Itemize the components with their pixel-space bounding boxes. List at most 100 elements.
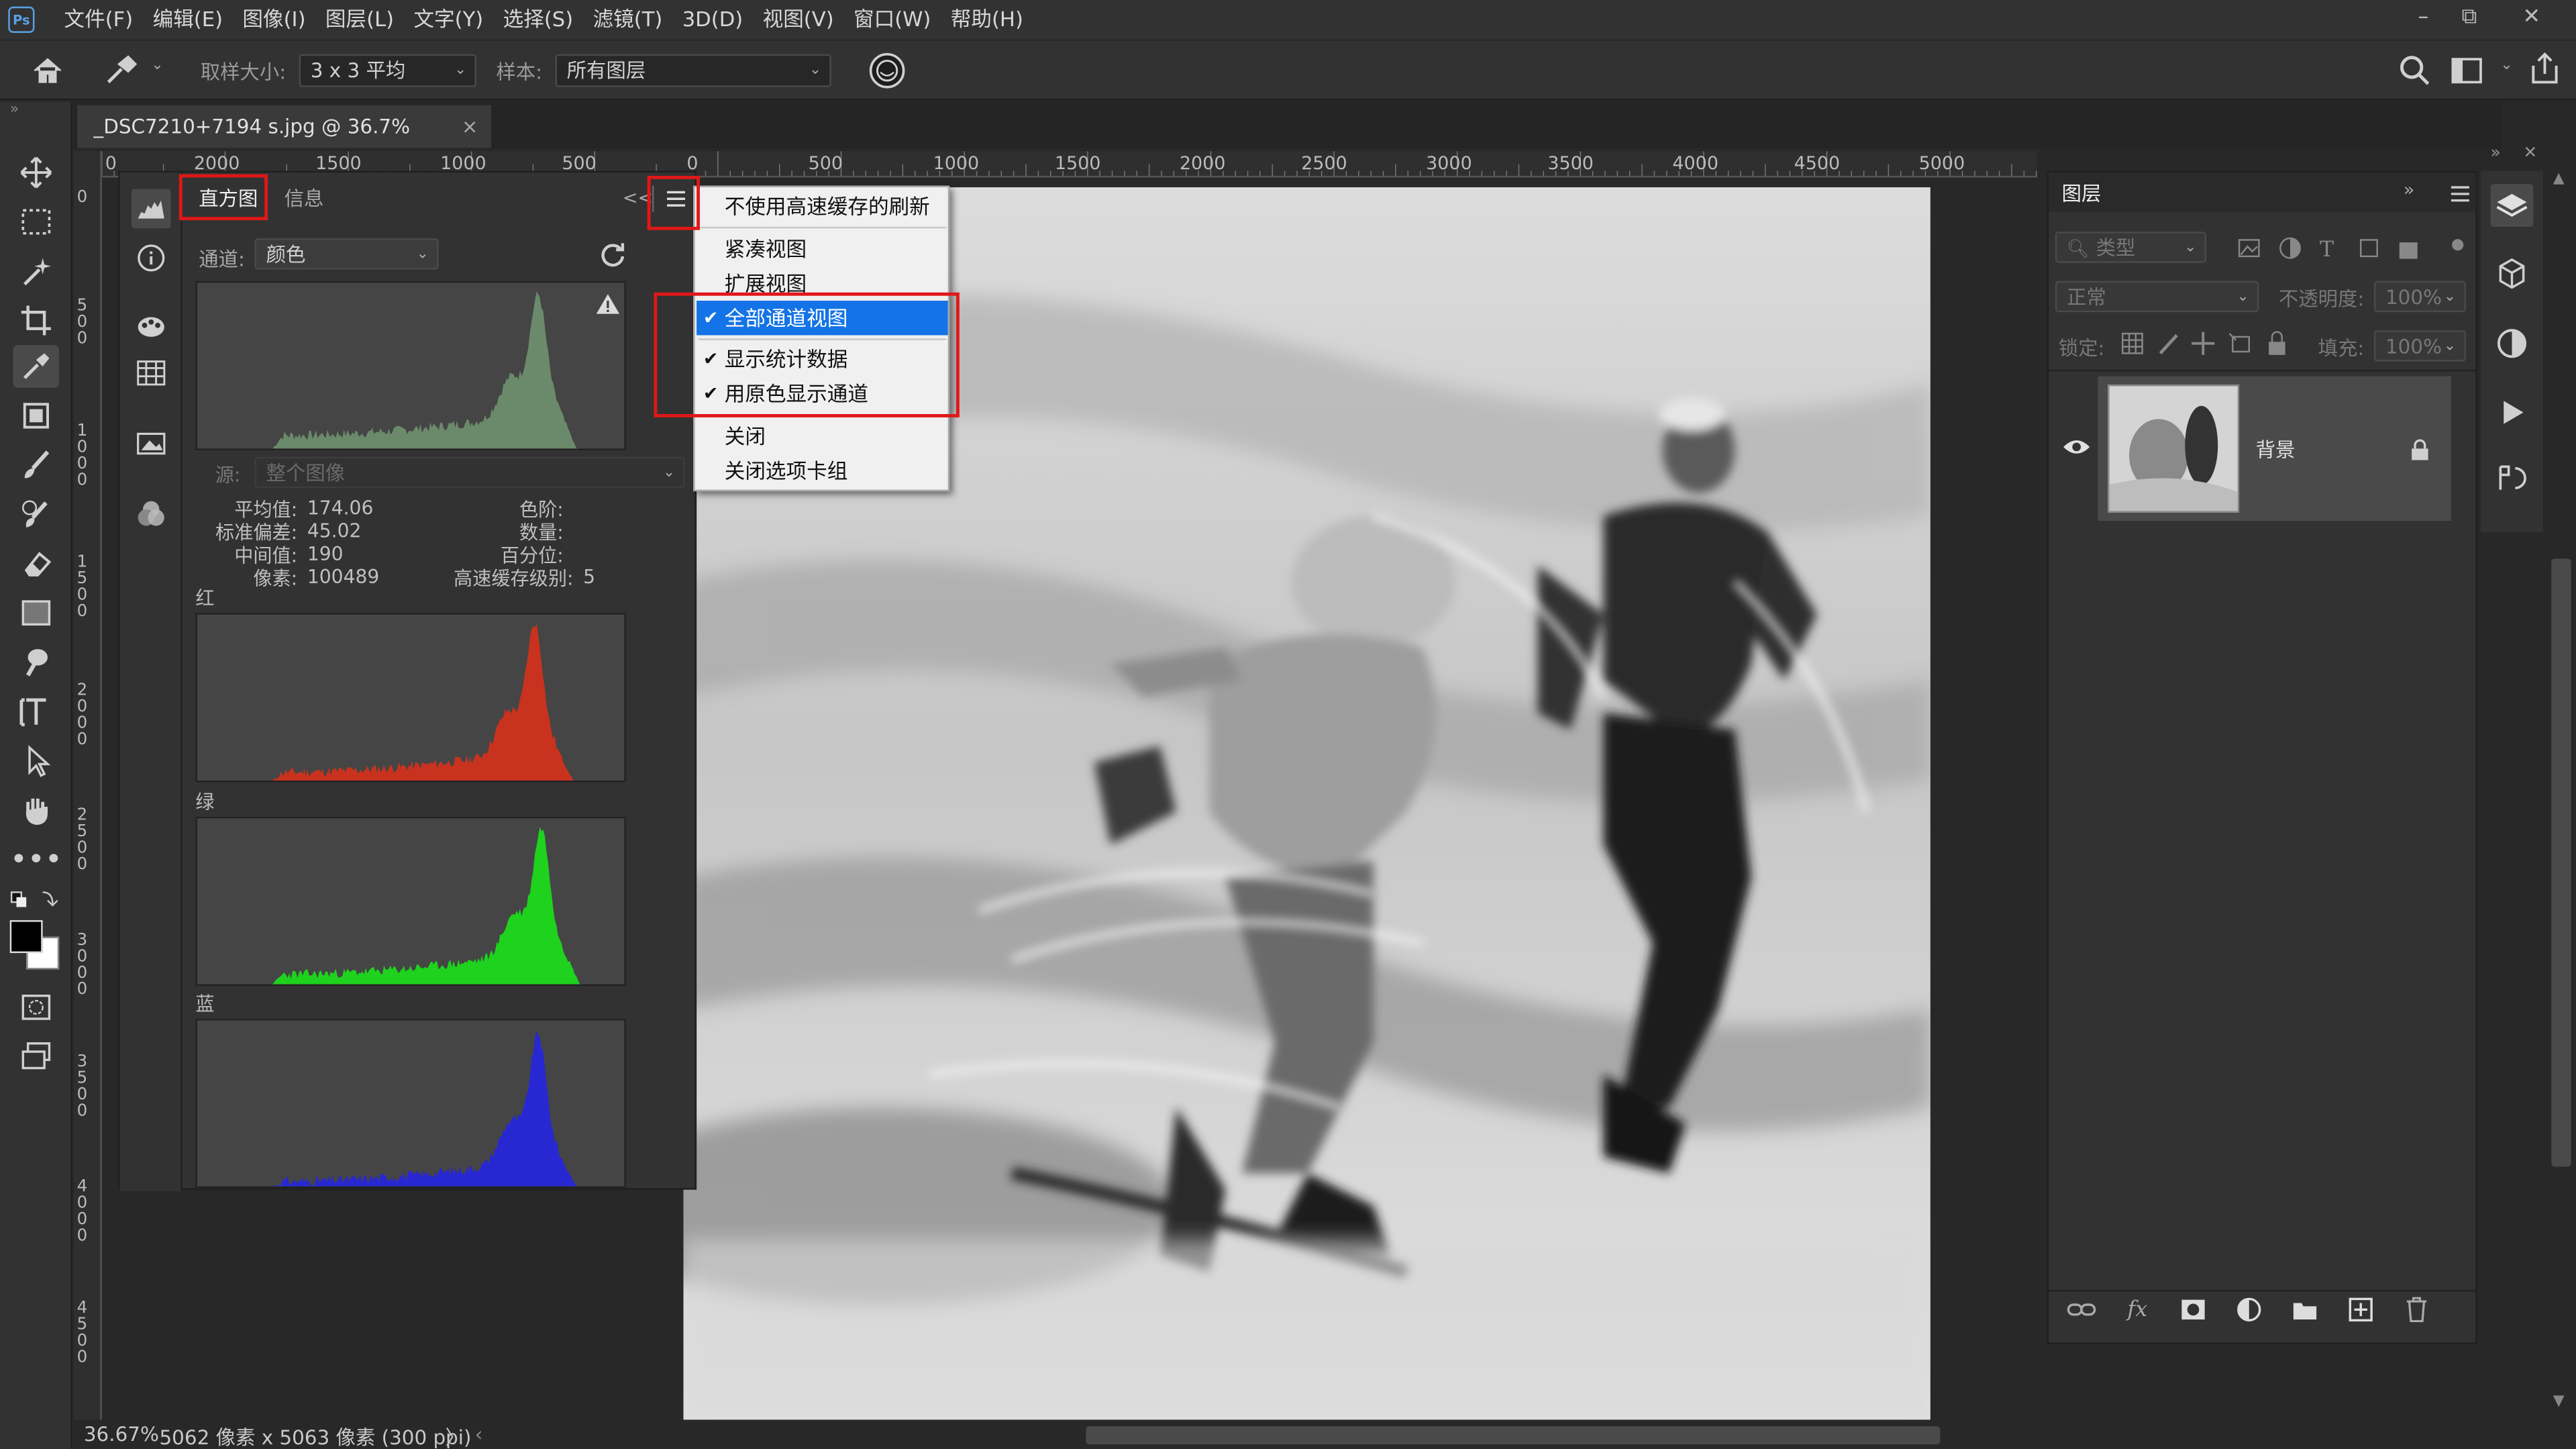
eraser-tool-icon[interactable] <box>13 542 60 585</box>
home-icon[interactable] <box>30 54 66 87</box>
layer-row-background[interactable]: 背景 <box>2098 376 2451 521</box>
channel-select[interactable]: 颜色 ⌄ <box>254 238 439 270</box>
restore-button[interactable]: ⧉ <box>2444 0 2493 40</box>
menu-image[interactable]: 图像(I) <box>233 0 316 40</box>
link-layers-icon[interactable] <box>2065 1293 2098 1326</box>
screen-mode-icon[interactable] <box>13 1035 60 1078</box>
menu-item-close-tab-group[interactable]: 关闭选项卡组 <box>697 454 948 488</box>
warning-icon[interactable] <box>595 293 621 315</box>
menu-window[interactable]: 窗口(W) <box>843 0 941 40</box>
actions-play-icon[interactable] <box>2494 395 2530 431</box>
fill-input[interactable]: 100% ⌄ <box>2373 330 2466 362</box>
eyedropper-tool-icon[interactable] <box>13 345 60 388</box>
zoom-level[interactable]: 36.67% <box>84 1423 159 1446</box>
search-icon[interactable] <box>2399 54 2432 87</box>
magic-wand-tool-icon[interactable] <box>13 250 60 293</box>
histogram-icon[interactable] <box>131 189 171 229</box>
close-tab-icon[interactable]: × <box>462 105 478 148</box>
adjustment-layer-icon[interactable] <box>2232 1293 2265 1326</box>
ruler-label: 4500 <box>1794 152 1841 174</box>
ruler-label: 5 0 0 <box>76 297 88 349</box>
scroll-up-icon[interactable]: ▲ <box>2553 171 2565 187</box>
close-dock-icon[interactable]: ✕ <box>2524 144 2538 162</box>
hand-tool-icon[interactable] <box>13 789 60 832</box>
ruler-label: 2 0 0 0 <box>76 682 88 750</box>
crop-tool-icon[interactable] <box>13 299 60 342</box>
layers-menu-icon[interactable] <box>2449 184 2472 203</box>
quick-mask-icon[interactable] <box>13 986 60 1029</box>
menu-edit[interactable]: 编辑(E) <box>143 0 233 40</box>
tab-info[interactable]: 信息 <box>285 179 324 219</box>
adjustments-icon[interactable] <box>2494 326 2530 362</box>
marquee-tool-icon[interactable] <box>13 201 60 244</box>
menu-3d[interactable]: 3D(D) <box>672 0 753 40</box>
color-wheel-icon[interactable] <box>132 307 171 347</box>
sample-ring-icon[interactable] <box>868 51 907 91</box>
tool-preset-chevron-icon[interactable]: ⌄ <box>151 58 163 74</box>
foreground-color-swatch[interactable] <box>9 920 43 954</box>
layer-lock-icon[interactable] <box>2410 439 2430 462</box>
layer-filter-select[interactable]: 🔍︎ 类型 ⌄ <box>2055 232 2207 263</box>
library-icon[interactable] <box>132 422 171 462</box>
menu-filter[interactable]: 滤镜(T) <box>583 0 672 40</box>
source-select[interactable]: 整个图像 ⌄ <box>254 456 685 489</box>
brush-tool-icon[interactable] <box>13 444 60 487</box>
menu-select[interactable]: 选择(S) <box>493 0 583 40</box>
sample-size-select[interactable]: 3 x 3 平均 ⌄ <box>299 54 477 87</box>
lock-icons[interactable] <box>2118 330 2298 356</box>
new-group-icon[interactable] <box>2289 1293 2322 1326</box>
menu-item-uncached-refresh[interactable]: 不使用高速缓存的刷新 <box>697 189 948 223</box>
menu-layer[interactable]: 图层(L) <box>315 0 404 40</box>
3d-icon[interactable] <box>2494 256 2530 293</box>
visibility-eye-icon[interactable] <box>2062 436 2092 458</box>
delete-layer-icon[interactable] <box>2400 1293 2433 1326</box>
scroll-thumb[interactable] <box>2551 558 2571 1167</box>
blend-mode-value: 正常 <box>2067 286 2106 309</box>
document-size: 5062 像素 x 5063 像素 (300 ppi) <box>159 1426 472 1449</box>
more-tools-icon[interactable]: ••• <box>10 838 62 881</box>
fx-icon[interactable]: fx <box>2121 1293 2154 1326</box>
status-menu-arrow-icon[interactable]: 〉 <box>446 1423 465 1449</box>
layers-panel-icon[interactable] <box>2490 184 2534 227</box>
eyedropper-tool-icon[interactable] <box>102 54 142 87</box>
scroll-down-icon[interactable]: ▼ <box>2553 1393 2565 1409</box>
menu-view[interactable]: 视图(V) <box>753 0 843 40</box>
layers-tab[interactable]: 图层 <box>2062 179 2102 207</box>
share-icon[interactable] <box>2527 51 2563 87</box>
expand-toolbar-icon[interactable]: » <box>10 102 19 118</box>
menu-item-close[interactable]: 关闭 <box>697 419 948 453</box>
history-brush-tool-icon[interactable] <box>13 493 60 536</box>
swap-colors-icon[interactable] <box>10 887 62 910</box>
vertical-scrollbar[interactable]: ▲ ▼ <box>2546 170 2576 1420</box>
opacity-input[interactable]: 100% ⌄ <box>2373 281 2466 313</box>
add-mask-icon[interactable] <box>2177 1293 2210 1326</box>
menu-item-compact-view[interactable]: 紧凑视图 <box>697 232 948 266</box>
path-selection-tool-icon[interactable] <box>13 740 60 783</box>
channels-icon[interactable] <box>132 495 171 534</box>
smudge-tool-icon[interactable] <box>13 641 60 684</box>
workspace-chevron-icon[interactable]: ⌄ <box>2500 58 2512 74</box>
sample-select[interactable]: 所有图层 ⌄ <box>555 54 831 87</box>
frame-tool-icon[interactable] <box>13 395 60 438</box>
expand-dock-icon[interactable]: » <box>2491 144 2501 162</box>
menu-file[interactable]: 文件(F) <box>54 0 143 40</box>
gradient-tool-icon[interactable] <box>13 591 60 634</box>
blend-mode-select[interactable]: 正常 ⌄ <box>2055 281 2259 313</box>
collapse-panels-icon[interactable]: » <box>2404 179 2414 201</box>
close-window-button[interactable]: ✕ <box>2507 0 2556 40</box>
ruler-label: 2500 <box>1301 152 1347 174</box>
menu-type[interactable]: 文字(Y) <box>404 0 493 40</box>
new-layer-icon[interactable] <box>2345 1293 2377 1326</box>
refresh-icon[interactable] <box>600 242 626 268</box>
swatches-icon[interactable] <box>132 353 171 393</box>
minimize-button[interactable]: – <box>2399 0 2448 40</box>
move-tool-icon[interactable] <box>13 151 60 194</box>
menu-help[interactable]: 帮助(H) <box>941 0 1033 40</box>
document-tab[interactable]: _DSC7210+7194 s.jpg @ 36.7%(RGB/16) × <box>77 105 492 181</box>
info-icon[interactable] <box>132 238 171 278</box>
history-icon[interactable] <box>2494 460 2530 497</box>
scroll-left-icon[interactable]: ‹ <box>475 1423 483 1446</box>
horizontal-scroll-thumb[interactable] <box>1086 1426 1941 1445</box>
workspace-icon[interactable] <box>2451 56 2484 85</box>
type-tool-icon[interactable] <box>13 690 60 733</box>
